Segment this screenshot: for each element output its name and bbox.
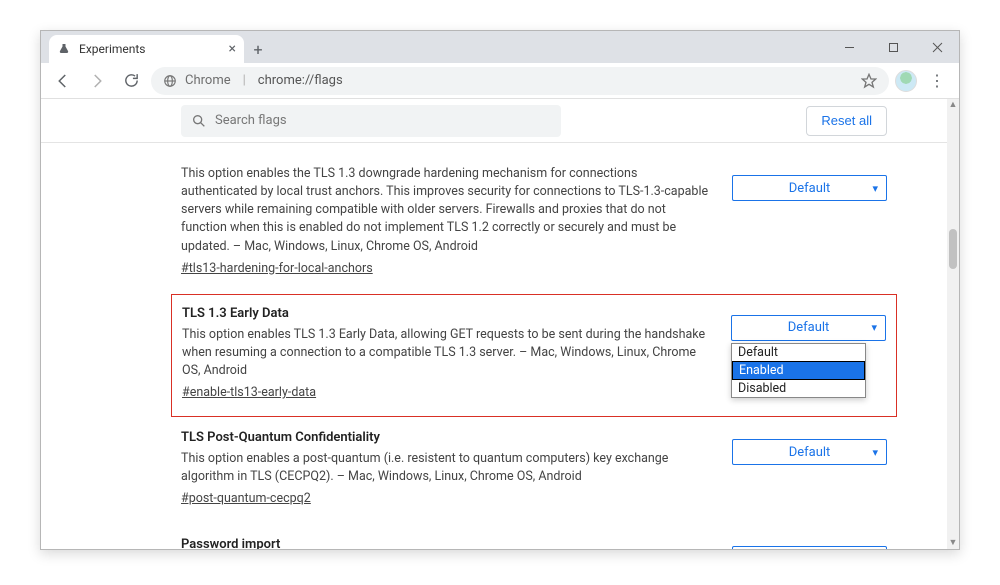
url-path: chrome://flags — [258, 73, 343, 88]
flag-item: TLS Post-Quantum Confidentiality This op… — [181, 417, 887, 524]
dropdown-option-disabled[interactable]: Disabled — [732, 380, 865, 397]
titlebar: Experiments × + — [41, 31, 959, 63]
flag-select-value: Default — [789, 181, 831, 196]
minimize-button[interactable] — [827, 31, 871, 63]
browser-window: Experiments × + — [40, 30, 960, 550]
search-icon — [191, 113, 207, 129]
flag-title: Password import — [181, 536, 712, 549]
close-window-button[interactable] — [915, 31, 959, 63]
forward-button[interactable] — [83, 67, 111, 95]
dropdown-option-enabled[interactable]: Enabled — [732, 361, 865, 380]
window-controls — [827, 31, 959, 63]
scroll-up-arrow[interactable]: ▲ — [947, 99, 959, 111]
site-info-icon[interactable] — [163, 74, 177, 88]
flag-title: TLS Post-Quantum Confidentiality — [181, 429, 712, 448]
search-placeholder: Search flags — [215, 113, 287, 128]
maximize-button[interactable] — [871, 31, 915, 63]
reload-button[interactable] — [117, 67, 145, 95]
scroll-down-arrow[interactable]: ▼ — [947, 537, 959, 549]
flag-description: This option enables TLS 1.3 Early Data, … — [182, 326, 711, 380]
close-tab-icon[interactable]: × — [229, 41, 236, 57]
scroll-thumb[interactable] — [949, 229, 957, 269]
browser-menu-button[interactable]: ⋮ — [923, 71, 951, 90]
flag-anchor-link[interactable]: #post-quantum-cecpq2 — [181, 490, 311, 508]
flag-select[interactable]: Default — [732, 175, 887, 201]
flag-select-dropdown: Default Enabled Disabled — [731, 343, 866, 398]
vertical-scrollbar[interactable]: ▲ ▼ — [947, 99, 959, 549]
flag-anchor-link[interactable]: #enable-tls13-early-data — [182, 384, 316, 402]
flag-item: Password import Import functionality in … — [181, 524, 887, 549]
flag-select-open[interactable]: Default — [731, 315, 886, 341]
profile-avatar[interactable] — [895, 70, 917, 92]
url-scheme: Chrome — [185, 73, 231, 88]
bookmark-star-icon[interactable] — [861, 73, 877, 89]
flag-select[interactable]: Default — [732, 546, 887, 549]
reset-all-button[interactable]: Reset all — [806, 106, 887, 136]
dropdown-option-default[interactable]: Default — [732, 344, 865, 361]
flag-item-highlighted: TLS 1.3 Early Data This option enables T… — [171, 294, 897, 417]
back-button[interactable] — [49, 67, 77, 95]
flags-list: This option enables the TLS 1.3 downgrad… — [41, 143, 947, 549]
tab-title: Experiments — [79, 42, 146, 56]
flag-anchor-link[interactable]: #tls13-hardening-for-local-anchors — [181, 260, 373, 278]
active-tab[interactable]: Experiments × — [49, 35, 244, 63]
content-area: Search flags Reset all This option enabl… — [41, 99, 959, 549]
flask-icon — [57, 42, 71, 56]
url-separator: | — [243, 73, 246, 88]
new-tab-button[interactable]: + — [244, 35, 272, 63]
toolbar: Chrome | chrome://flags ⋮ — [41, 63, 959, 99]
flags-topbar: Search flags Reset all — [41, 99, 947, 143]
search-flags-input[interactable]: Search flags — [181, 105, 561, 137]
page-viewport: Search flags Reset all This option enabl… — [41, 99, 947, 549]
flag-select-value: Default — [789, 445, 831, 460]
flag-description: This option enables the TLS 1.3 downgrad… — [181, 165, 712, 256]
address-bar[interactable]: Chrome | chrome://flags — [151, 67, 889, 95]
flag-select[interactable]: Default — [732, 439, 887, 465]
flag-description: This option enables a post-quantum (i.e.… — [181, 450, 712, 486]
flag-item: This option enables the TLS 1.3 downgrad… — [181, 153, 887, 294]
flag-select-value: Default — [788, 320, 830, 335]
flag-title: TLS 1.3 Early Data — [182, 305, 711, 324]
